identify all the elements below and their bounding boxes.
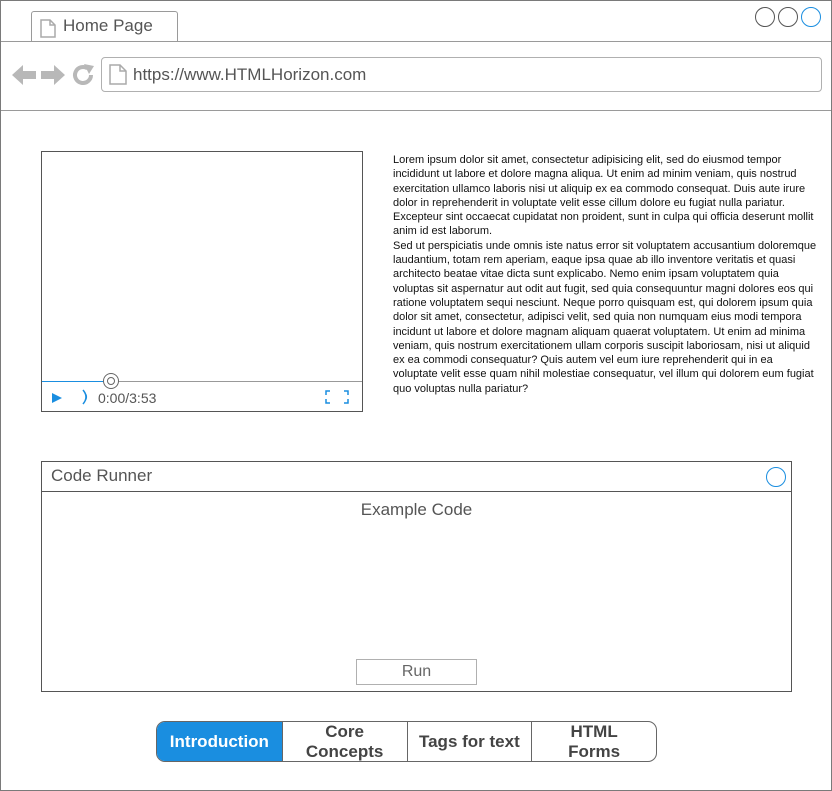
page-icon [109,64,127,90]
volume-icon[interactable] [81,388,91,411]
tab-label: Core Concepts [305,721,384,761]
tab-title: Home Page [63,16,153,35]
minimize-button[interactable] [755,7,775,27]
tab-bar-divider [1,41,831,42]
back-arrow-icon[interactable] [11,63,37,92]
code-runner-panel: Code Runner Example Code Run [41,461,792,692]
tab-core-concepts[interactable]: Core Concepts [281,721,407,761]
tab-label: HTML Forms [568,721,621,761]
fullscreen-icon[interactable] [325,390,349,409]
code-runner-title: Code Runner [51,466,153,485]
lorem-ipsum-text: Lorem ipsum dolor sit amet, consectetur … [393,153,817,396]
section-tabs: Introduction Core Concepts Tags for text… [156,721,657,762]
address-bar[interactable]: https://www.HTMLHorizon.com [101,57,822,92]
reload-icon[interactable] [71,63,95,92]
video-progress-fill [42,381,111,382]
close-button[interactable] [801,7,821,27]
paragraph-1: Lorem ipsum dolor sit amet, consectetur … [393,154,814,238]
video-time: 0:00/3:53 [98,390,157,406]
forward-arrow-icon[interactable] [40,63,66,92]
url-text: https://www.HTMLHorizon.com [133,65,367,84]
tab-html-forms[interactable]: HTML Forms [531,722,656,761]
code-editor-area[interactable]: Example Code [42,500,791,520]
tab-tags-for-text[interactable]: Tags for text [406,722,532,761]
code-runner-toggle-button[interactable] [766,467,786,487]
play-icon[interactable] [51,391,63,409]
tab-introduction[interactable]: Introduction [157,722,282,761]
video-scrubber-handle[interactable] [103,373,119,389]
code-runner-divider [42,491,791,492]
toolbar-divider [1,110,831,111]
run-button[interactable]: Run [356,659,477,685]
browser-window: Home Page https://www.HTMLHorizon.com 0:… [0,0,832,791]
maximize-button[interactable] [778,7,798,27]
video-player[interactable]: 0:00/3:53 [41,151,363,412]
page-icon [40,19,56,43]
paragraph-2: Sed ut perspiciatis unde omnis iste natu… [393,239,817,395]
browser-tab[interactable]: Home Page [31,11,178,42]
